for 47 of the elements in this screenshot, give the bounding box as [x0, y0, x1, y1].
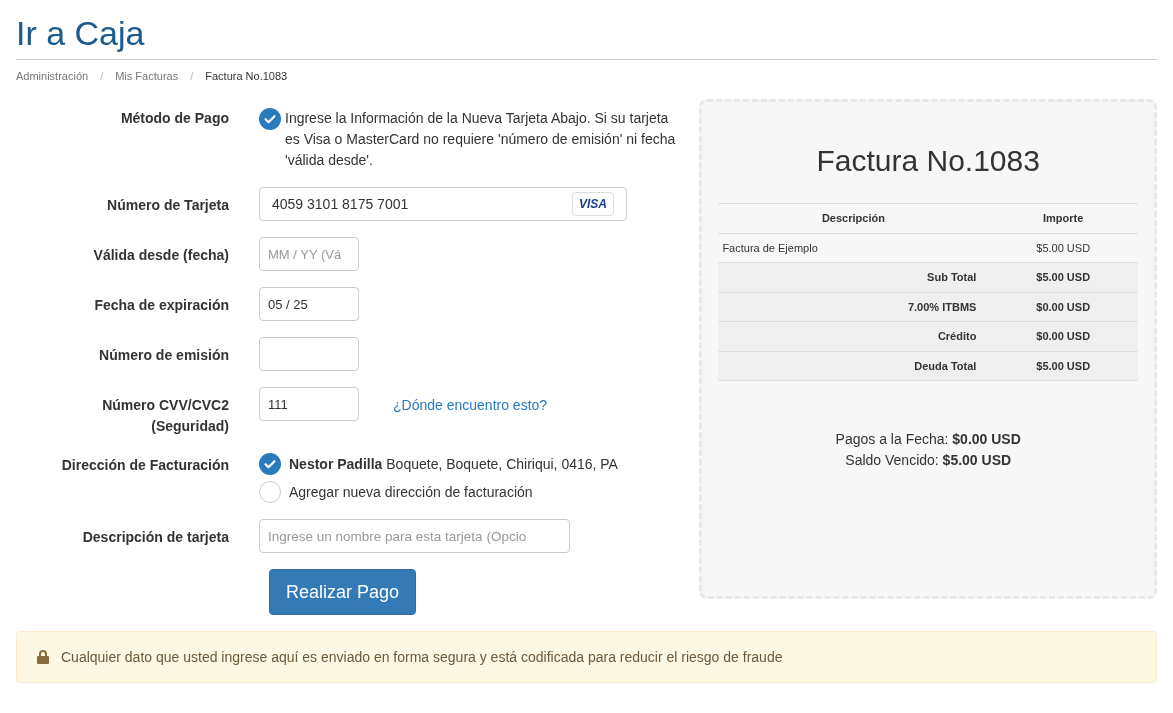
table-cell: Crédito [718, 321, 989, 351]
table-cell: $0.00 USD [988, 292, 1138, 322]
notice-text: Cualquier dato que usted ingrese aquí es enviado en forma segura y está codificada para reducir el riesgo de fraude [61, 647, 783, 667]
cvv-help-link[interactable]: ¿Dónde encuentro esto? [393, 387, 548, 416]
input-field[interactable] [259, 337, 359, 371]
table-cell: $0.00 USD [988, 321, 1138, 351]
page-title: Ir a Caja [16, 13, 146, 54]
breadcrumb-separator: / [189, 68, 195, 84]
invoice-title: Factura No.1083 [816, 144, 1040, 177]
table-cell: Factura de Ejemplo [718, 233, 989, 263]
card-number-field[interactable]: 4059 3101 8175 7001 VISA [259, 187, 627, 221]
field-label: Válida desde (fecha) [93, 247, 229, 263]
field-label: Número de Tarjeta [107, 197, 229, 213]
table-cell: $5.00 USD [988, 351, 1138, 381]
field-label: Descripción de tarjeta [82, 529, 229, 545]
field-label: Dirección de Facturación [61, 457, 229, 473]
input-field[interactable]: 05 / 25 [259, 287, 359, 321]
table-cell: Sub Total [718, 262, 989, 292]
input-field[interactable]: MM / YY (Vá [259, 237, 359, 271]
table-cell: $5.00 USD [988, 233, 1138, 263]
payment-method-text: Ingrese la Información de la Nueva Tarjeta Abajo. Si su tarjeta es Visa o MasterCard no requiere 'número de emisión' ni fecha 'válida desde'. [285, 109, 677, 170]
breadcrumb-link[interactable]: Administración [16, 67, 89, 84]
lock-icon [37, 650, 49, 664]
radio-checked-icon[interactable] [259, 108, 281, 130]
radio-unchecked-icon[interactable] [259, 481, 281, 503]
field-label: Número CVV/CVC2 (Seguridad) [102, 397, 229, 434]
table-cell: $5.00 USD [988, 262, 1138, 292]
billing-address-option[interactable]: Agregar nueva dirección de facturación [289, 481, 533, 503]
table-header: Descripción [718, 203, 989, 233]
table-cell: Deuda Total [718, 351, 989, 381]
card-number-value: 4059 3101 8175 7001 [272, 194, 409, 214]
payments-to-date: Pagos a la Fecha: $0.00 USD [835, 430, 1021, 449]
breadcrumb-link[interactable]: Factura No.1083 [205, 67, 288, 84]
field-label: Fecha de expiración [94, 297, 229, 313]
submit-payment-button[interactable]: Realizar Pago [269, 569, 417, 615]
field-label: Número de emisión [99, 347, 229, 363]
billing-address-option[interactable]: Nestor Padilla Boquete, Boquete, Chiriqui, 0416, PA [289, 453, 618, 475]
visa-logo: VISA [572, 192, 614, 216]
radio-checked-icon[interactable] [259, 453, 281, 475]
table-header: Importe [988, 203, 1138, 233]
field-label: Método de Pago [120, 110, 229, 126]
balance-due: Saldo Vencido: $5.00 USD [845, 451, 1012, 470]
card-description-field[interactable]: Ingrese un nombre para esta tarjeta (Opcio [259, 519, 570, 553]
breadcrumb-separator: / [99, 68, 105, 84]
input-field[interactable]: 111 [259, 387, 359, 421]
breadcrumb-link[interactable]: Mis Facturas [115, 67, 179, 84]
table-cell: 7.00% ITBMS [718, 292, 989, 322]
